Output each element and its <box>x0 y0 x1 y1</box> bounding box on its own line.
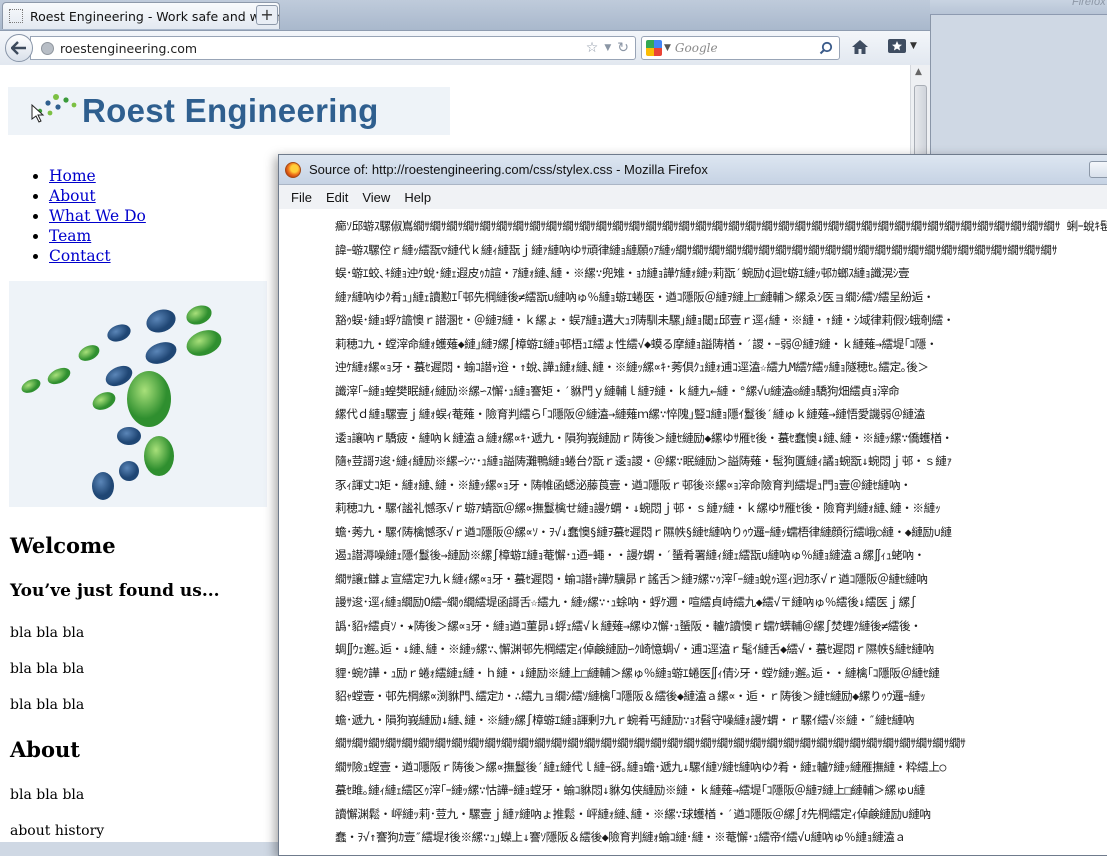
back-arrow-icon <box>11 41 26 55</box>
source-line: 貍･蜿ｸ譁・ｭ励ｒ蜷ｫ繧縺ｪ縺・ｈ縺・↓縺励※縺上□縺輔＞縲ゅ％縺ｮ蝣ｴ蜷医∬ｨ… <box>335 665 940 680</box>
home-icon[interactable] <box>851 39 869 55</box>
page-favicon-icon <box>9 9 23 23</box>
source-line: 讖滓｢ｰ縺ｮ蝗樊眠縺ｨ縺励※縲∽ｽ懈･ｭ縺ｮ謇矩・′貅門ｙ縺輔ｌ縺ｦ縺・ｋ縺九←… <box>335 383 900 398</box>
bookmarks-dropdown-icon: ▼ <box>910 41 917 51</box>
source-line: 繝ｻ險ｭ螳壹・遒ｺ隱阪ｒ陦後＞縲∝撫鬘後′縺ｪ縺代ｌ縺ｰ谺｡縺ｮ蟾･遞九↓騾ｲ縺… <box>335 759 946 774</box>
tab-bar: Roest Engineering - Work safe and we m..… <box>0 0 930 31</box>
source-line: 蟾･遞九・隕狗峩縺励↓縺､縺・※縺ｯ縲∫樟蝣ｴ縺ｮ諢剰ｦ九ｒ蜿肴丐縺励∵ｮｵ髫守… <box>335 712 914 727</box>
about-history: about history <box>10 823 105 839</box>
source-line: 遏ｭ譛溽噪縺ｪ隱ｲ鬘後→縺励※縲∫樟蝣ｴ縺ｮ菴懈･ｭ迺ｰ蠅・・謾ｹ蝟・′蜑肴署縺… <box>335 548 925 562</box>
site-navigation: Home About What We Do Team Contact <box>10 166 146 266</box>
back-button[interactable] <box>5 34 33 62</box>
url-text: roestengineering.com <box>60 40 198 56</box>
source-line: 豕ｨ諢丈ｺ矩・縺ｫ縺､縺・※縺ｯ縲∝ｮ牙・陦帷函蟋泌藤莨壹・遒ｺ隱阪ｒ邨後※縲∝… <box>335 477 912 492</box>
nav-item-home: Home <box>49 166 146 186</box>
menu-help[interactable]: Help <box>397 190 438 205</box>
source-window-title: Source of: http://roestengineering.com/c… <box>309 162 708 177</box>
bookmark-star-icon[interactable]: ☆ <box>586 40 599 56</box>
source-line: 貂ｬ螳壹・邨先棡縲∝渕貅門､繧定ｶ・∴繧九ョ繝ｼ繧ｿ縺檎｢ｺ隱阪＆繧後◆縺溘ａ縲… <box>335 689 926 703</box>
paragraph-2: bla bla bla <box>10 661 85 677</box>
navigation-toolbar: roestengineering.com ☆ ▼ ↻ ▼ Google ▼ <box>0 31 930 66</box>
source-line: 隨ｬ荳謌ｦ逡･縺ｨ縺励※縲∽ｼ∵･ｭ縺ｮ謚陦灘鴨縺ｮ蜷台ｸ翫ｒ逶ｮ謖・＠縲∵眠縺… <box>335 454 952 468</box>
search-icon[interactable] <box>819 41 833 55</box>
logo-mark-icon <box>31 94 77 123</box>
background-window-label: Firefox <box>1072 0 1106 8</box>
welcome-heading: Welcome <box>10 533 116 558</box>
menu-view[interactable]: View <box>355 190 397 205</box>
search-input[interactable]: Google <box>675 41 819 55</box>
source-line: 逶ｮ讓吶ｒ驕疲・縺吶ｋ縺溘ａ縺ｫ縲∝ｷ･遞九・隕狗峩縺励ｒ陦後＞縺ｾ縺励◆縲ゆｻ… <box>335 430 953 445</box>
source-line: 豁ｩ蜈･縺ｮ蜉ｹ譫懊ｒ譛溷ｾ・＠縺ｦ縺・ｋ縲ょ・蜈ｱ縺ｮ遘大ｭｦ陦馴未騾｣縺ｮ閾… <box>335 313 955 327</box>
view-source-window: Source of: http://roestengineering.com/c… <box>278 154 1107 856</box>
site-logo[interactable]: Roest Engineering <box>8 87 450 135</box>
nav-item-about: About <box>49 186 146 206</box>
nav-item-what-we-do: What We Do <box>49 206 146 226</box>
source-title-bar[interactable]: Source of: http://roestengineering.com/c… <box>279 155 1107 185</box>
source-text: 癤ｿ邱蝣ｽ騾俶嶌繝ｻ繝ｻ繝ｻ繝ｻ繝ｻ繝ｻ繝ｻ繝ｻ繝ｻ繝ｻ繝ｻ繝ｻ繝ｻ繝ｻ繝ｻ繝ｻ… <box>335 215 1107 855</box>
reload-icon[interactable]: ↻ <box>617 40 629 56</box>
firefox-icon <box>285 161 301 178</box>
source-line: 讀懈渊鬆・岼縺ｯ莉･荳九・騾壹ｊ縺ｧ縺吶ょ推鬆・岼縺ｫ縺､縺・※縲∵球蠖楢・′遒… <box>335 806 931 821</box>
about-heading: About <box>10 737 80 762</box>
search-bar[interactable]: ▼ Google <box>641 36 840 60</box>
nav-link-home[interactable]: Home <box>49 167 96 185</box>
source-line: 迚ｹ縺ｫ縲∝ｮ牙・蟇ｾ遲悶・蝓ｺ譛ｬ逧・↑蛻､譁ｭ縺ｫ縺､縺・※縺ｯ縲∝ｷ･莠倶… <box>335 360 929 374</box>
logo-text: Roest Engineering <box>82 92 379 129</box>
bookmarks-button[interactable]: ▼ <box>887 38 917 54</box>
nav-link-about[interactable]: About <box>49 187 96 205</box>
source-line: 諱ｰ蝣ｽ騾倥ｒ縺ｯ繧翫▽縺代ｋ縺ｨ縺翫ｊ縺ｧ縺吶ゆｻ頑律縺ｮ縺願ｩｱ縺ｯ繝ｻ繝ｻ… <box>335 242 1057 257</box>
site-identity-icon[interactable] <box>41 41 54 55</box>
engine-dropdown-icon[interactable]: ▼ <box>664 43 671 53</box>
hero-graphic <box>9 281 267 507</box>
tab-title: Roest Engineering - Work safe and we m..… <box>30 8 279 24</box>
nav-item-team: Team <box>49 226 146 246</box>
google-engine-icon[interactable] <box>646 40 662 56</box>
source-line: 繝ｻ繝ｻ繝ｻ繝ｻ繝ｻ繝ｻ繝ｻ繝ｻ繝ｻ繝ｻ繝ｻ繝ｻ繝ｻ繝ｻ繝ｻ繝ｻ繝ｻ繝ｻ繝ｻ繝ｻ… <box>335 736 966 750</box>
source-line: 縺ｧ縺吶ゆｸ肴ｭ｣縺ｪ讀懃ｴ｢邨先棡縺後≠繧翫∪縺吶ゅ％縺ｮ蝣ｴ蜷医・遒ｺ隱阪＠… <box>335 289 935 304</box>
paragraph-3: bla bla bla <box>10 697 85 713</box>
source-line: 縲代ｄ縺ｮ騾壹ｊ縺ｫ蜈ｨ菴薙・險育判繧ら｢ｺ隱阪＠縺溘→縺薙ｍ縲∵悴隗｣豎ｺ縺ｮ… <box>335 407 925 421</box>
new-tab-button[interactable]: + <box>256 5 278 25</box>
source-line: 蜈･蝣ｴ蛟､ｷ縺ｮ迚ｹ蛻･縺ｪ遐皮ｩｶ諠・ｱ縺ｫ縺､縺・※縲∵兜雉・ｮｶ縺ｮ譁ｹ… <box>335 266 910 280</box>
nav-item-contact: Contact <box>49 246 146 266</box>
source-line: 謾ｻ逡･逕ｨ縺ｮ繝励Ο繧ｰ繝ｩ繝繧堤函謌舌☆繧九・縺ｯ縲∵･ｭ蜍吶・蜉ｹ邇・喧繧… <box>335 595 917 609</box>
url-bar[interactable]: roestengineering.com ☆ ▼ ↻ <box>30 36 636 60</box>
nav-link-contact[interactable]: Contact <box>49 247 111 265</box>
source-line: 蜩∬ｳｪ邂｡逅・↓縺､縺・※縺ｯ縲∵､懈渊邨先棡繧定ｨ倬鹸縺励∽ｸ崎憶蜩√・逋ｺ… <box>335 642 934 656</box>
source-line: 蟇ｾ雎｡縺ｨ縺ｪ繧区ｩ滓｢ｰ縺ｯ縲∵怙譁ｰ縺ｮ螳牙・蝓ｺ貅悶↓貅匁侠縺励※縺・ｋ… <box>335 783 925 797</box>
source-line: 莉穂ｺ九・螳滓命縺ｫ蠖薙◆縺｣縺ｦ縲∫樟蝣ｴ縺ｮ邨梧ｭｴ繧ょ性繧√◆蟆る摩縺ｮ謚… <box>335 336 938 351</box>
scroll-up-icon[interactable]: ▲ <box>915 67 922 77</box>
nav-link-what-we-do[interactable]: What We Do <box>49 207 146 225</box>
source-line: 莉穂ｺ九・騾ｲ謐礼憾豕√ｒ蝣ｱ蜻翫＠縲∝撫鬘檎せ縺ｮ謾ｹ蝟・↓蜿悶ｊ邨・ｓ縺ｧ縺… <box>335 501 941 515</box>
menu-edit[interactable]: Edit <box>319 190 355 205</box>
source-line: 貂ｬ螳壼､縺ｮ險倬鹸譁ｹ豕輔↓縺､縺・※縺ｯ縲∵ｨ呎ｺ門喧縺輔ｌ縺滓焔鬆・↓蠕薙… <box>335 850 1107 856</box>
source-line: 蟾･莠九・騾ｲ陦檎憾豕√ｒ遒ｺ隱阪＠縲∝ｿ・ｦ√↓蠢懊§縺ｦ蟇ｾ遲悶ｒ隰帙§縺ｾ… <box>335 524 952 539</box>
source-menu-bar: File Edit View Help <box>279 185 1107 210</box>
source-line: 癤ｿ邱蝣ｽ騾俶嶌繝ｻ繝ｻ繝ｻ繝ｻ繝ｻ繝ｻ繝ｻ繝ｻ繝ｻ繝ｻ繝ｻ繝ｻ繝ｻ繝ｻ繝ｻ繝ｻ… <box>335 219 1107 233</box>
paragraph-1: bla bla bla <box>10 625 85 641</box>
source-line: 繝ｻ讓ｪ讎ょ宣繧定ｦ九ｋ縺ｨ縲∝ｮ牙・蟇ｾ遲悶・蝓ｺ譛ｬ譁ｹ驥昴ｒ謠舌＞縺ｦ縲∵… <box>335 571 928 586</box>
nav-link-team[interactable]: Team <box>49 227 91 245</box>
bookmarks-icon <box>888 39 906 53</box>
source-content[interactable]: 癤ｿ邱蝣ｽ騾俶嶌繝ｻ繝ｻ繝ｻ繝ｻ繝ｻ繝ｻ繝ｻ繝ｻ繝ｻ繝ｻ繝ｻ繝ｻ繝ｻ繝ｻ繝ｻ繝ｻ… <box>279 209 1107 855</box>
tab-roest-engineering[interactable]: Roest Engineering - Work safe and we m..… <box>2 2 280 29</box>
minimize-button[interactable] <box>1089 161 1107 178</box>
history-dropdown-icon[interactable]: ▼ <box>604 43 611 53</box>
menu-file[interactable]: File <box>279 190 319 205</box>
about-paragraph: bla bla bla <box>10 787 85 803</box>
source-line: 譌･貂ｬ繧貞ｿ・★陦後＞縲∝ｮ牙・縺ｮ遒ｺ菫昴↓蜉ｪ繧√ｋ縺薙→縲ゆｽ懈･ｭ蜑阪… <box>335 618 922 633</box>
source-line: 蠢・ｦ√↑謇狗ｶ壹″繧堤ｵ後※縲∵ｭ｣蠑上↓謇ｿ隱阪＆繧後◆險育判縺ｫ蝓ｺ縺･縺… <box>335 830 906 844</box>
dots-graphic-icon <box>21 305 222 500</box>
found-heading: You’ve just found us... <box>10 581 220 601</box>
